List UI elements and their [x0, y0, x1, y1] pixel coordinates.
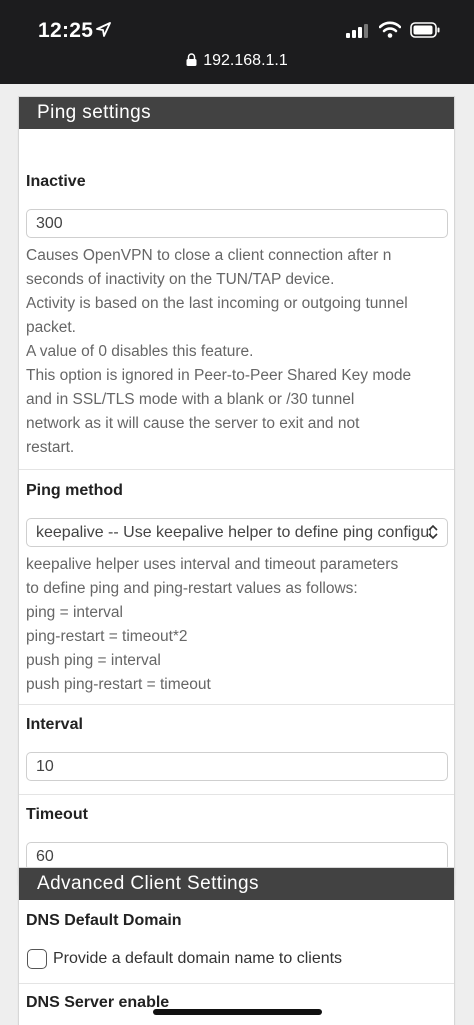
- advanced-client-settings-heading: Advanced Client Settings: [19, 868, 454, 900]
- ping-method-label: Ping method: [26, 482, 123, 499]
- status-bar: 12:25 192.168.1.1: [0, 0, 474, 84]
- help-line: push ping = interval: [26, 652, 161, 669]
- help-line: A value of 0 disables this feature.: [26, 343, 254, 360]
- dns-default-domain-option[interactable]: Provide a default domain name to clients: [27, 949, 342, 969]
- inactive-help-text: Causes OpenVPN to close a client connect…: [26, 244, 451, 460]
- ping-method-select[interactable]: keepalive -- Use keepalive helper to def…: [26, 518, 448, 547]
- help-line: network as it will cause the server to e…: [26, 415, 360, 432]
- ping-method-help-text: keepalive helper uses interval and timeo…: [26, 553, 451, 697]
- timeout-label: Timeout: [26, 806, 88, 823]
- lock-icon: [186, 53, 197, 66]
- ping-settings-panel: Ping settings Inactive 300 Causes OpenVP…: [18, 96, 455, 884]
- address-bar[interactable]: 192.168.1.1: [0, 52, 474, 70]
- inactive-label: Inactive: [26, 173, 86, 190]
- help-line: ping = interval: [26, 604, 123, 621]
- select-updown-icon: [428, 524, 438, 540]
- location-arrow-icon: [96, 22, 111, 42]
- interval-label: Interval: [26, 716, 83, 733]
- help-line: packet.: [26, 319, 76, 336]
- dns-default-domain-row: DNS Default Domain Provide a default dom…: [19, 900, 454, 984]
- help-line: and in SSL/TLS mode with a blank or /30 …: [26, 391, 355, 408]
- help-line: to define ping and ping-restart values a…: [26, 580, 358, 597]
- dns-server-enable-label: DNS Server enable: [26, 994, 170, 1011]
- help-line: restart.: [26, 439, 75, 456]
- dns-default-domain-checkbox-label: Provide a default domain name to clients: [53, 950, 343, 967]
- inactive-input[interactable]: 300: [26, 209, 448, 238]
- help-line: keepalive helper uses interval and timeo…: [26, 556, 399, 573]
- help-line: seconds of inactivity on the TUN/TAP dev…: [26, 271, 335, 288]
- interval-input[interactable]: 10: [26, 752, 448, 781]
- interval-row: Interval 10: [19, 705, 454, 795]
- status-time: 12:25: [38, 19, 94, 42]
- wifi-icon: [378, 21, 402, 43]
- dns-server-enable-row: DNS Server enable: [19, 984, 454, 1025]
- help-line: This option is ignored in Peer-to-Peer S…: [26, 367, 412, 384]
- battery-icon: [410, 22, 440, 43]
- help-line: ping-restart = timeout*2: [26, 628, 188, 645]
- help-line: push ping-restart = timeout: [26, 676, 211, 693]
- cellular-signal-icon: [346, 24, 368, 43]
- ping-settings-heading: Ping settings: [19, 97, 454, 129]
- dns-default-domain-label: DNS Default Domain: [26, 912, 182, 929]
- advanced-client-settings-panel: Advanced Client Settings DNS Default Dom…: [18, 867, 455, 1025]
- ping-method-row: Ping method keepalive -- Use keepalive h…: [19, 470, 454, 705]
- dns-default-domain-checkbox[interactable]: [27, 949, 47, 969]
- url-text: 192.168.1.1: [203, 52, 288, 69]
- home-indicator[interactable]: [153, 1009, 322, 1015]
- help-line: Activity is based on the last incoming o…: [26, 295, 408, 312]
- inactive-row: Inactive 300 Causes OpenVPN to close a c…: [19, 129, 454, 470]
- help-line: Causes OpenVPN to close a client connect…: [26, 247, 392, 264]
- ping-method-selected-value: keepalive -- Use keepalive helper to def…: [36, 524, 431, 541]
